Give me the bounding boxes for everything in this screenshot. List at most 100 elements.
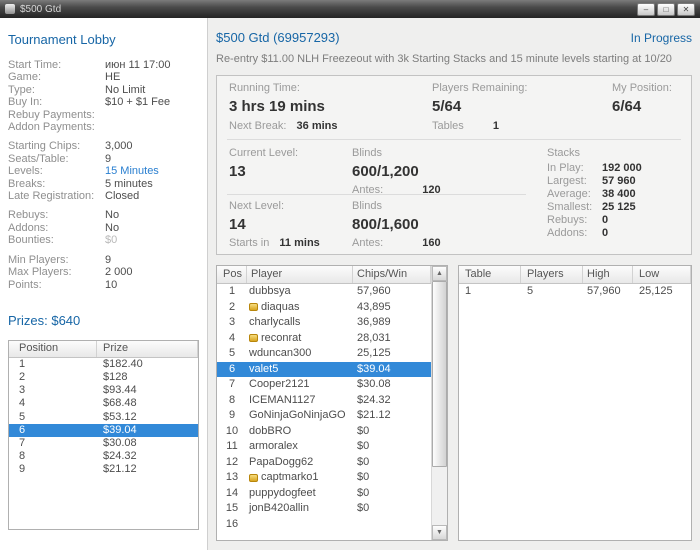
stack-row: Rebuys: 0 — [547, 214, 642, 227]
tournament-info: Start Time: июн 11 17:00 Game: HE Type: No Li… — [8, 59, 199, 291]
info-label: Min Players: — [8, 253, 69, 266]
minimize-button[interactable]: – — [637, 2, 655, 16]
player-name-cell: captmarko1 — [247, 470, 353, 486]
window-titlebar[interactable]: $500 Gtd – □ ✕ — [0, 0, 700, 18]
bottom-tables: Pos Player Chips/Win 1 dubbsya 57,960 2 diaq… — [216, 265, 692, 541]
player-row[interactable]: 11 armoralex $0 — [217, 439, 431, 455]
window-icon — [5, 4, 15, 14]
players-header-player[interactable]: Player — [247, 266, 353, 283]
info-label: Late Registration: — [8, 190, 95, 203]
stack-label: Largest: — [547, 175, 587, 187]
player-chips: $24.32 — [357, 393, 391, 406]
tables-table: Table Players High Low 1 5 57,960 25,125 — [458, 265, 692, 541]
scrollbar-thumb[interactable] — [432, 281, 447, 467]
current-blinds-value: 600/1,200 — [352, 163, 419, 180]
tables-header-table[interactable]: Table — [459, 266, 521, 283]
prize-amount: $182.40 — [103, 357, 143, 370]
info-row: Addon Payments: — [8, 121, 199, 133]
main-header: $500 Gtd (69957293) In Progress — [216, 30, 692, 45]
tables-header-players[interactable]: Players — [521, 266, 583, 283]
player-chips: $39.04 — [357, 362, 391, 375]
player-name: reconrat — [261, 331, 302, 344]
info-group: Min Players: 9 Max Players: 2 000 Points: 10 — [8, 254, 199, 291]
info-group: Rebuys: No Addons: No Bounties: $0 — [8, 209, 199, 246]
players-scrollbar[interactable]: ▲ ▼ — [431, 266, 447, 540]
tables-header-high[interactable]: High — [583, 266, 633, 283]
scroll-up-icon[interactable]: ▲ — [432, 266, 447, 281]
running-time-label: Running Time: — [229, 82, 300, 94]
player-pos: 5 — [228, 347, 236, 359]
prize-row[interactable]: 4 $68.48 — [9, 397, 198, 410]
info-row: Levels: 15 Minutes — [8, 165, 199, 177]
prize-row[interactable]: 2 $128 — [9, 371, 198, 384]
info-label: Seats/Table: — [8, 152, 69, 165]
player-row[interactable]: 16 — [217, 517, 431, 533]
prize-row[interactable]: 3 $93.44 — [9, 384, 198, 397]
starts-in-value: 11 mins — [279, 237, 320, 249]
prize-table: Position Prize 1 $182.40 2 $128 3 $93.44 4 $68.… — [8, 339, 199, 530]
player-row[interactable]: 1 dubbsya 57,960 — [217, 284, 431, 300]
info-value: No — [105, 209, 120, 222]
player-name: diaquas — [261, 300, 300, 313]
tables-header-low[interactable]: Low — [633, 266, 691, 283]
players-header-chips[interactable]: Chips/Win — [353, 266, 431, 283]
prize-row[interactable]: 6 $39.04 — [9, 423, 198, 438]
info-label: Start Time: — [8, 59, 62, 71]
prize-row[interactable]: 8 $24.32 — [9, 450, 198, 463]
player-row[interactable]: 4 reconrat 28,031 — [217, 331, 431, 347]
player-row[interactable]: 2 diaquas 43,895 — [217, 300, 431, 316]
my-position-block: My Position: 6/64 — [612, 82, 672, 115]
players-table: Pos Player Chips/Win 1 dubbsya 57,960 2 diaq… — [216, 265, 448, 541]
players-header-pos[interactable]: Pos — [217, 266, 247, 283]
current-level-block: Current Level: 13 — [229, 147, 298, 180]
maximize-button[interactable]: □ — [657, 2, 675, 16]
player-name-cell — [247, 517, 353, 533]
prizes-title: Prizes: $640 — [8, 312, 81, 328]
player-chips: 36,989 — [357, 316, 391, 328]
levels-link[interactable]: 15 Minutes — [105, 165, 159, 177]
player-row[interactable]: 8 ICEMAN1127 $24.32 — [217, 393, 431, 409]
player-pos: 16 — [225, 517, 239, 530]
player-row[interactable]: 9 GoNinjaGoNinjaGO $21.12 — [217, 408, 431, 424]
next-blinds-label: Blinds — [352, 200, 382, 212]
stacks-title: Stacks — [547, 147, 581, 159]
player-chips: $0 — [357, 440, 370, 452]
player-row[interactable]: 14 puppydogfeet $0 — [217, 486, 431, 502]
prize-row[interactable]: 9 $21.12 — [9, 463, 198, 476]
players-table-body: 1 dubbsya 57,960 2 diaquas 43,895 3 charlycalls… — [217, 284, 431, 532]
player-name: captmarko1 — [261, 471, 319, 483]
starts-in-label: Starts in — [229, 237, 270, 249]
scroll-down-icon[interactable]: ▼ — [432, 525, 447, 540]
player-row[interactable]: 10 dobBRO $0 — [217, 424, 431, 440]
gold-badge-icon — [249, 303, 258, 312]
prize-row[interactable]: 5 $53.12 — [9, 411, 198, 424]
player-chips: 57,960 — [357, 285, 391, 297]
next-break-label: Next Break: — [229, 120, 287, 132]
prize-row[interactable]: 7 $30.08 — [9, 437, 198, 450]
player-row[interactable]: 3 charlycalls 36,989 — [217, 315, 431, 331]
prize-row[interactable]: 1 $182.40 — [9, 358, 198, 371]
player-name: Cooper2121 — [249, 378, 310, 390]
sidebar-title: Tournament Lobby — [8, 32, 116, 47]
close-button[interactable]: ✕ — [677, 2, 695, 16]
player-name: ICEMAN1127 — [249, 393, 316, 406]
prize-amount: $30.08 — [103, 437, 137, 450]
player-name-cell: reconrat — [247, 331, 353, 347]
player-row[interactable]: 7 Cooper2121 $30.08 — [217, 377, 431, 393]
prize-amount: $24.32 — [103, 450, 137, 463]
table-row[interactable]: 1 5 57,960 25,125 — [459, 284, 691, 299]
player-chips: 25,125 — [357, 347, 391, 359]
player-row[interactable]: 6 valet5 $39.04 — [217, 361, 431, 377]
info-row: Min Players: 9 — [8, 254, 199, 266]
player-name-cell: GoNinjaGoNinjaGO — [247, 408, 353, 424]
player-name-cell: ICEMAN1127 — [247, 393, 353, 409]
player-name-cell: wduncan300 — [247, 346, 353, 362]
player-name: puppydogfeet — [249, 486, 316, 499]
my-position-value: 6/64 — [612, 98, 642, 115]
tournament-title: $500 Gtd (69957293) — [216, 30, 340, 45]
player-row[interactable]: 5 wduncan300 25,125 — [217, 346, 431, 362]
player-row[interactable]: 13 captmarko1 $0 — [217, 470, 431, 486]
player-row[interactable]: 15 jonB420allin $0 — [217, 501, 431, 517]
info-label: Buy In: — [8, 96, 43, 109]
player-row[interactable]: 12 PapaDogg62 $0 — [217, 455, 431, 471]
